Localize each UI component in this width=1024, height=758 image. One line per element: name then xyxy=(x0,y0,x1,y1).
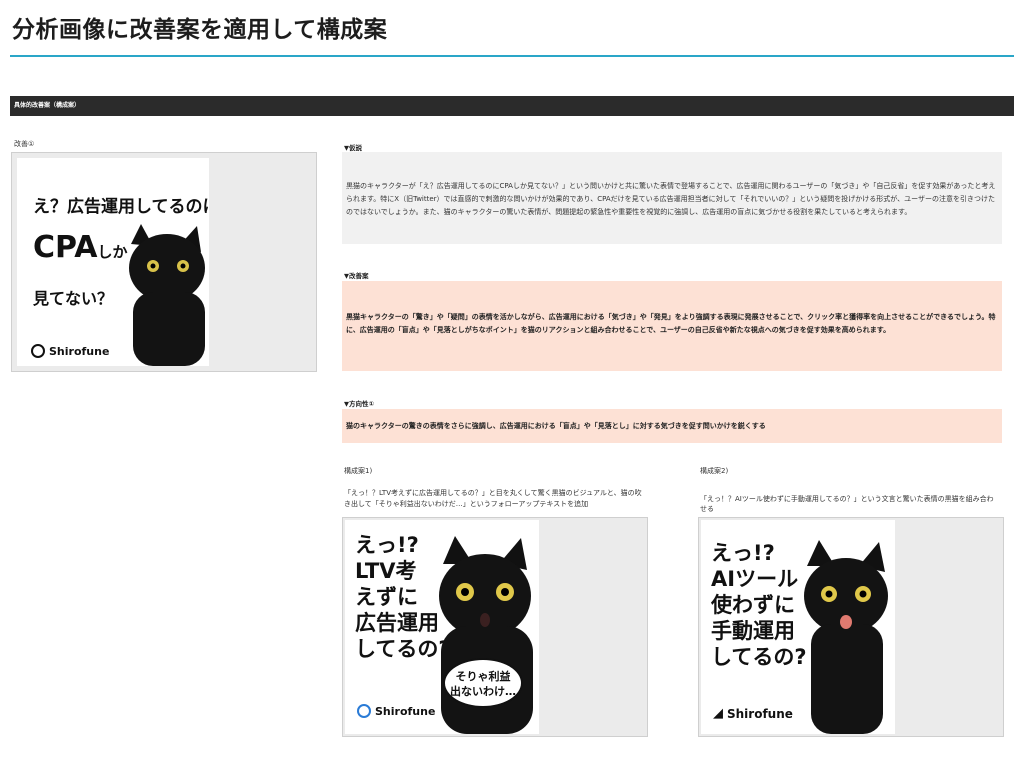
proposal-1-card: えっ!? LTV考 えずに 広告運用 してるの? そりゃ利益 出ないわけ… Sh… xyxy=(342,517,648,737)
original-ad-card: え？広告運用してるのに CPAしか 見てない？ Shirofune xyxy=(11,152,317,372)
shirofune-logo: Shirofune xyxy=(357,704,435,718)
direction-box: 猫のキャラクターの驚きの表情をさらに強調し、広告運用における「盲点」や「見落とし… xyxy=(342,409,1002,443)
black-cat-illustration xyxy=(129,224,205,366)
section-header-bar: 具体的改善案（構成案） xyxy=(10,96,1014,116)
proposal-1-description: 「えっ！？LTV考えずに広告運用してるの？」と目を丸くして驚く黒猫のビジュアルと… xyxy=(344,489,642,508)
original-ad-headline-1: え？広告運用してるのに xyxy=(33,197,209,217)
cpa-text: CPA xyxy=(33,230,98,265)
proposal-1-label: 構成案1) xyxy=(344,467,373,475)
shirofune-logo: Shirofune xyxy=(31,344,109,358)
original-ad-headline-2: CPAしか xyxy=(33,230,127,265)
title-divider xyxy=(10,55,1014,57)
shirofune-logo: ◢ Shirofune xyxy=(713,706,793,721)
hypothesis-label: ▼仮説 xyxy=(344,144,362,152)
direction-text: 猫のキャラクターの驚きの表情をさらに強調し、広告運用における「盲点」や「見落とし… xyxy=(346,422,766,430)
proposal-2-description: 「えっ！？AIツール使わずに手動運用してるの？」という文言と驚いた表情の黒猫を組… xyxy=(700,495,994,513)
shirofune-logo-icon xyxy=(31,344,45,358)
original-ad-headline-3: 見てない？ xyxy=(33,289,114,308)
page-title: 分析画像に改善案を適用して構成案 xyxy=(12,17,388,43)
proposal-2-ad-image: えっ!? AIツール 使わずに 手動運用 してるの? ◢ Shirofune xyxy=(701,520,895,734)
hypothesis-text: 黒猫のキャラクターが「え？広告運用してるのにCPAしか見てない？」という問いかけ… xyxy=(346,182,996,216)
improvement-1-label: 改善① xyxy=(14,140,35,148)
improvement-box: 黒猫キャラクターの「驚き」や「疑問」の表情を活かしながら、広告運用における「気づ… xyxy=(342,281,1002,371)
shirofune-logo-icon: ◢ xyxy=(713,706,723,721)
direction-label: ▼方向性① xyxy=(344,400,375,408)
proposal-1-ad-image: えっ!? LTV考 えずに 広告運用 してるの? そりゃ利益 出ないわけ… Sh… xyxy=(345,520,539,734)
proposal-2-headline: えっ!? AIツール 使わずに 手動運用 してるの? xyxy=(711,541,807,669)
shirofune-logo-icon xyxy=(357,704,371,718)
speech-bubble: そりゃ利益 出ないわけ… xyxy=(443,658,523,708)
proposal-2-card: えっ!? AIツール 使わずに 手動運用 してるの? ◢ Shirofune xyxy=(698,517,1004,737)
black-cat-illustration xyxy=(804,540,888,734)
improvement-label: ▼改善案 xyxy=(344,272,369,280)
hypothesis-box: 黒猫のキャラクターが「え？広告運用してるのにCPAしか見てない？」という問いかけ… xyxy=(342,152,1002,244)
improvement-text: 黒猫キャラクターの「驚き」や「疑問」の表情を活かしながら、広告運用における「気づ… xyxy=(346,313,996,334)
proposal-2-label: 構成案2) xyxy=(700,467,729,475)
original-ad-image: え？広告運用してるのに CPAしか 見てない？ Shirofune xyxy=(17,158,209,366)
